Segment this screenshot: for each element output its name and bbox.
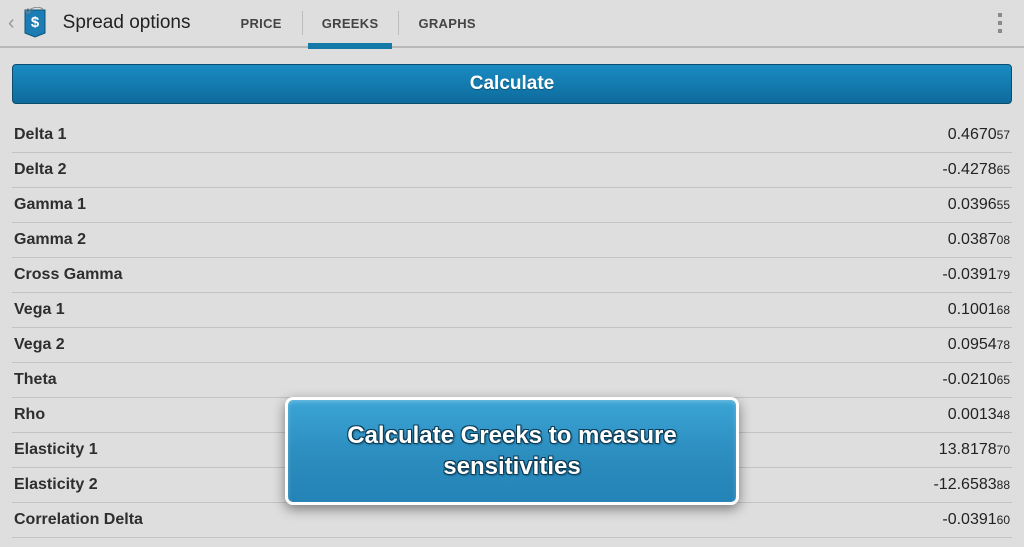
greek-value: -12.658388	[933, 476, 1010, 494]
greek-value: 13.817870	[939, 441, 1010, 459]
greek-label: Vega 1	[14, 301, 65, 319]
svg-text:$: $	[31, 14, 40, 31]
app-title: Spread options	[63, 12, 191, 34]
tooltip-text: Calculate Greeks to measure sensitivitie…	[312, 420, 712, 482]
greek-row: Correlation Delta -0.039160	[12, 503, 1012, 538]
greek-row: Gamma 1 0.039655	[12, 188, 1012, 223]
greek-value: 0.100168	[948, 301, 1010, 319]
greek-label: Theta	[14, 371, 57, 389]
overflow-menu-icon[interactable]	[984, 7, 1016, 39]
greek-label: Elasticity 1	[14, 441, 98, 459]
app-icon[interactable]: $	[21, 7, 53, 39]
greek-label: Correlation Delta	[14, 511, 143, 529]
back-chevron-icon[interactable]: ‹	[8, 12, 15, 35]
calculate-button[interactable]: Calculate	[12, 64, 1012, 104]
greek-label: Rho	[14, 406, 45, 424]
greek-row: Gamma 2 0.038708	[12, 223, 1012, 258]
greek-row: Delta 1 0.467057	[12, 118, 1012, 153]
greek-label: Delta 2	[14, 161, 66, 179]
greek-row: Cross Gamma -0.039179	[12, 258, 1012, 293]
top-bar: ‹ $ Spread options PRICE GREEKS GRAPHS	[0, 0, 1024, 48]
greek-value: 0.038708	[948, 231, 1010, 249]
greek-label: Delta 1	[14, 126, 66, 144]
tab-label: GREEKS	[322, 16, 379, 31]
greek-label: Cross Gamma	[14, 266, 123, 284]
calculate-button-label: Calculate	[470, 73, 554, 95]
greek-value: 0.467057	[948, 126, 1010, 144]
tab-graphs[interactable]: GRAPHS	[398, 0, 495, 47]
greek-row: Delta 2 -0.427865	[12, 153, 1012, 188]
greek-value: 0.001348	[948, 406, 1010, 424]
tooltip-overlay: Calculate Greeks to measure sensitivitie…	[285, 397, 739, 505]
greek-label: Vega 2	[14, 336, 65, 354]
greek-row: Vega 1 0.100168	[12, 293, 1012, 328]
greek-value: 0.039655	[948, 196, 1010, 214]
greek-value: -0.039179	[942, 266, 1010, 284]
tab-label: PRICE	[241, 16, 282, 31]
greek-label: Gamma 2	[14, 231, 86, 249]
greek-value: -0.021065	[942, 371, 1010, 389]
greek-value: -0.039160	[942, 511, 1010, 529]
tab-bar: PRICE GREEKS GRAPHS	[221, 0, 496, 47]
greek-row: Vega 2 0.095478	[12, 328, 1012, 363]
tab-price[interactable]: PRICE	[221, 0, 302, 47]
greek-row: Theta -0.021065	[12, 363, 1012, 398]
greek-label: Gamma 1	[14, 196, 86, 214]
greek-label: Elasticity 2	[14, 476, 98, 494]
greek-value: -0.427865	[942, 161, 1010, 179]
greek-value: 0.095478	[948, 336, 1010, 354]
tab-greeks[interactable]: GREEKS	[302, 0, 399, 47]
tab-label: GRAPHS	[418, 16, 475, 31]
